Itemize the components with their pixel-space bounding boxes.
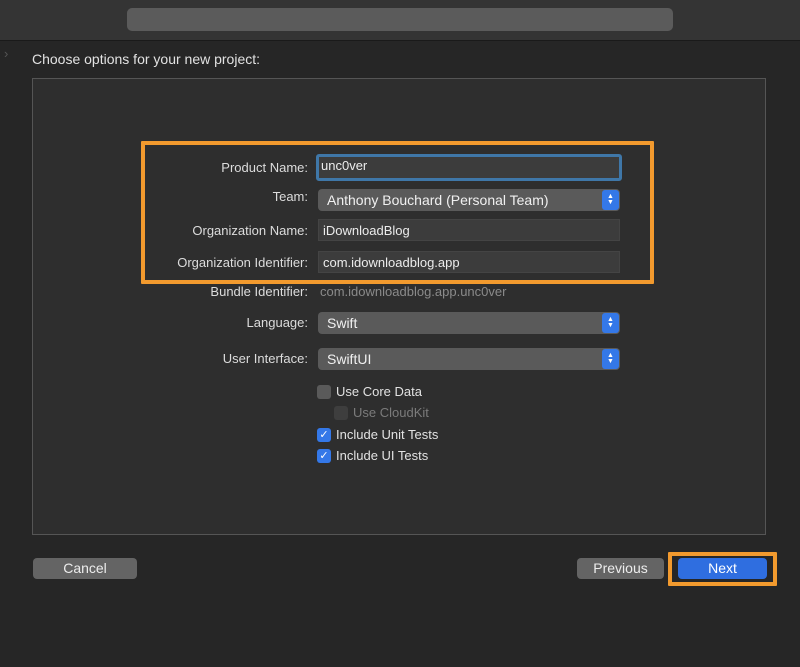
cancel-button[interactable]: Cancel	[33, 558, 137, 579]
window-toolbar	[0, 0, 800, 41]
next-highlight-box	[668, 552, 777, 586]
activity-title-field	[127, 8, 673, 31]
language-popup[interactable]: Swift ▲ ▼	[318, 312, 620, 334]
include-ui-tests-label: Include UI Tests	[336, 448, 429, 463]
language-popup-value: Swift	[327, 315, 358, 331]
include-unit-tests-checkbox[interactable]: ✓ Include Unit Tests	[317, 427, 438, 442]
chevron-right-icon: ›	[4, 46, 9, 61]
use-cloudkit-checkbox: Use CloudKit	[334, 405, 429, 420]
checkbox-unchecked-icon	[317, 384, 331, 399]
checkmark-icon: ✓	[317, 448, 331, 463]
use-core-data-checkbox[interactable]: Use Core Data	[317, 384, 422, 399]
bundle-identifier-value: com.idownloadblog.app.unc0ver	[320, 284, 507, 299]
form-highlight-box	[141, 141, 654, 284]
user-interface-popup-value: SwiftUI	[327, 351, 372, 367]
previous-button[interactable]: Previous	[577, 558, 664, 579]
dialog-heading: Choose options for your new project:	[32, 51, 261, 67]
bundle-identifier-label: Bundle Identifier:	[210, 284, 308, 299]
use-core-data-label: Use Core Data	[336, 384, 422, 399]
include-unit-tests-label: Include Unit Tests	[336, 427, 439, 442]
use-cloudkit-label: Use CloudKit	[353, 405, 429, 420]
checkmark-icon: ✓	[317, 427, 331, 442]
include-ui-tests-checkbox[interactable]: ✓ Include UI Tests	[317, 448, 428, 463]
user-interface-popup[interactable]: SwiftUI ▲ ▼	[318, 348, 620, 370]
updown-chevron-icon: ▲ ▼	[602, 349, 619, 369]
language-label: Language:	[246, 315, 308, 330]
checkbox-unchecked-icon	[334, 405, 348, 420]
updown-chevron-icon: ▲ ▼	[602, 313, 619, 333]
user-interface-label: User Interface:	[222, 351, 308, 366]
